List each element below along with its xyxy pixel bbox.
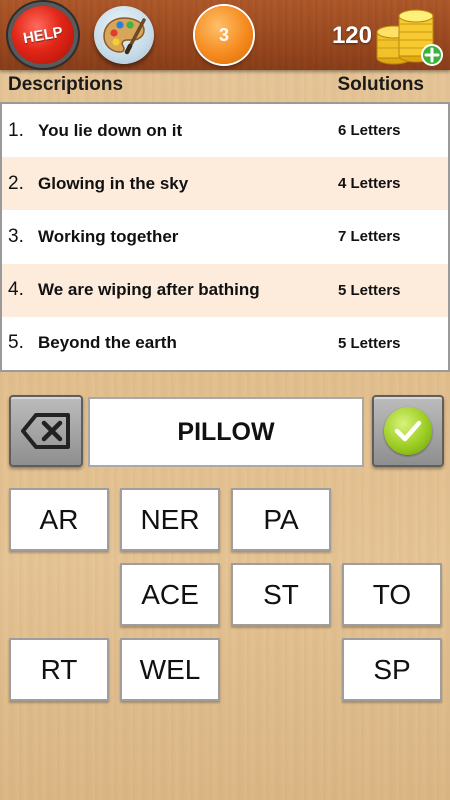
syllable-tile[interactable]: SP [342, 638, 442, 701]
clue-row[interactable]: 1. You lie down on it 6 Letters [2, 104, 448, 157]
descriptions-header: Descriptions [8, 74, 124, 95]
clue-solution-length: 7 Letters [338, 228, 401, 246]
checkmark-icon [384, 407, 432, 455]
syllable-tile[interactable]: WEL [120, 638, 220, 701]
clue-number: 4. [8, 279, 24, 301]
syllable-tile[interactable]: RT [9, 638, 109, 701]
palette-icon [103, 17, 146, 55]
submit-button[interactable] [372, 395, 444, 467]
coins-icon[interactable] [372, 2, 444, 68]
clue-solution-length: 6 Letters [338, 122, 401, 140]
coin-count: 120 [331, 22, 372, 49]
clue-solution-length: 4 Letters [338, 175, 401, 193]
clue-description: Working together [38, 226, 179, 246]
clue-row[interactable]: 2. Glowing in the sky 4 Letters [2, 157, 448, 211]
clue-list: 1. You lie down on it 6 Letters 2. Glowi… [0, 102, 450, 372]
clue-number: 3. [8, 225, 24, 247]
clue-number: 1. [8, 119, 24, 141]
clue-row[interactable]: 5. Beyond the earth 5 Letters [2, 317, 448, 370]
clue-number: 2. [8, 172, 24, 194]
top-bar: HELP 3 120 [0, 0, 450, 70]
clue-description: We are wiping after bathing [38, 280, 260, 300]
syllable-tile[interactable]: PA [231, 488, 331, 551]
clue-solution-length: 5 Letters [338, 281, 401, 299]
solutions-header: Solutions [337, 74, 424, 95]
help-label: HELP [21, 23, 65, 47]
clue-row[interactable]: 4. We are wiping after bathing 5 Letters [2, 263, 448, 317]
syllable-tile[interactable]: ACE [120, 563, 220, 626]
clue-description: You lie down on it [38, 120, 183, 140]
clue-description: Beyond the earth [38, 333, 177, 353]
theme-palette-button[interactable] [94, 6, 154, 64]
answer-field[interactable]: PILLOW [88, 397, 364, 467]
clue-solution-length: 5 Letters [338, 334, 401, 352]
syllable-tile[interactable]: TO [342, 563, 442, 626]
help-button[interactable]: HELP [12, 6, 74, 64]
backspace-icon [21, 413, 70, 449]
clue-row[interactable]: 3. Working together 7 Letters [2, 210, 448, 263]
level-badge: 3 [195, 6, 253, 64]
clue-description: Glowing in the sky [38, 173, 189, 193]
backspace-button[interactable] [9, 395, 83, 467]
clue-number: 5. [8, 332, 24, 354]
syllable-tile[interactable]: AR [9, 488, 109, 551]
syllable-tile[interactable]: NER [120, 488, 220, 551]
syllable-tile[interactable]: ST [231, 563, 331, 626]
